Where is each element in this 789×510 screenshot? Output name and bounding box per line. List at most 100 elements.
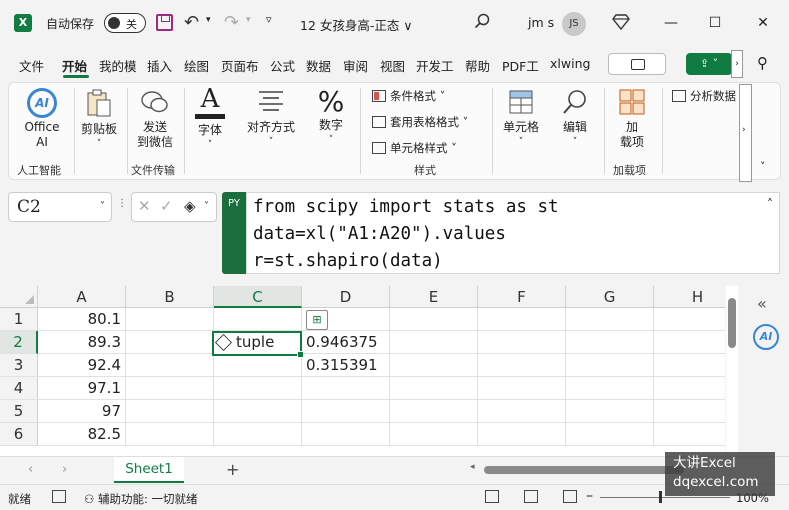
redo-icon[interactable]: ↷ — [224, 12, 239, 33]
row-header-4[interactable]: 4 — [0, 377, 38, 400]
tab-xlwings[interactable]: xlwing — [550, 56, 590, 71]
cell[interactable] — [390, 400, 478, 423]
chevron-up-icon[interactable]: ˄ — [767, 197, 773, 211]
analyze-data-button[interactable]: 分析数据 — [672, 88, 736, 104]
zoom-slider[interactable] — [600, 497, 730, 498]
cell[interactable] — [478, 377, 566, 400]
cell[interactable] — [478, 331, 566, 354]
cell[interactable] — [654, 423, 725, 446]
cell[interactable] — [214, 354, 302, 377]
column-header-g[interactable]: G — [566, 286, 654, 308]
cell[interactable] — [126, 423, 214, 446]
tab-draw[interactable]: 绘图 — [184, 56, 209, 75]
vertical-scroll-thumb[interactable] — [728, 298, 736, 348]
page-break-view-icon[interactable] — [563, 490, 577, 503]
conditional-format-button[interactable]: 条件格式 ˅ — [372, 88, 445, 104]
tab-formulas[interactable]: 公式 — [270, 56, 295, 75]
cell-a6[interactable]: 82.5 — [38, 423, 126, 446]
zoom-out-icon[interactable]: – — [586, 488, 593, 504]
comments-button[interactable] — [608, 53, 666, 75]
editing-button[interactable]: 编辑 ˅ — [552, 88, 598, 150]
cell[interactable] — [390, 354, 478, 377]
tab-home[interactable]: 开始 — [62, 56, 87, 75]
cell[interactable] — [566, 331, 654, 354]
cell[interactable] — [478, 423, 566, 446]
confirm-icon[interactable]: ✓ — [160, 197, 173, 215]
cell-a1[interactable]: 80.1 — [38, 308, 126, 331]
cell[interactable] — [126, 400, 214, 423]
coauthoring-icon[interactable]: ⚲ — [757, 54, 768, 72]
column-header-d[interactable]: D — [302, 286, 390, 308]
column-header-a[interactable]: A — [38, 286, 126, 308]
cell[interactable] — [390, 308, 478, 331]
save-icon[interactable] — [156, 14, 173, 31]
tab-page-layout[interactable]: 页面布 — [221, 56, 259, 75]
macro-record-icon[interactable] — [52, 490, 66, 503]
autosave-toggle[interactable]: 关 — [104, 13, 146, 33]
undo-dropdown-icon[interactable]: ▾ — [206, 15, 211, 25]
page-layout-view-icon[interactable] — [524, 490, 538, 503]
cell-type-icon[interactable]: ◈ — [184, 197, 196, 215]
cell[interactable] — [302, 400, 390, 423]
format-as-table-button[interactable]: 套用表格格式 ˅ — [372, 114, 468, 130]
cell-c2[interactable]: tuple — [215, 333, 274, 351]
add-ins-button[interactable]: 加 载项 — [610, 88, 654, 150]
scroll-left-icon[interactable]: ◂ — [470, 462, 475, 472]
cell[interactable] — [566, 308, 654, 331]
chevron-down-icon[interactable]: ˅ — [100, 201, 105, 212]
cell[interactable] — [126, 331, 214, 354]
cell[interactable] — [126, 377, 214, 400]
collapse-panel-icon[interactable]: « — [757, 294, 767, 313]
chevron-down-icon[interactable]: ˅ — [204, 201, 209, 212]
office-ai-button[interactable]: AI Office AI — [18, 88, 66, 150]
cell[interactable] — [654, 331, 725, 354]
column-header-b[interactable]: B — [126, 286, 214, 308]
cell[interactable] — [478, 354, 566, 377]
tab-my-templates[interactable]: 我的模 — [99, 56, 137, 75]
diamond-icon[interactable] — [612, 14, 630, 30]
ribbon-scroll-button[interactable]: › — [739, 84, 752, 182]
cell[interactable] — [654, 354, 725, 377]
zoom-slider-knob[interactable] — [659, 491, 662, 503]
undo-icon[interactable]: ↶ — [184, 12, 199, 33]
cells-button[interactable]: 单元格 ˅ — [498, 88, 544, 150]
cell[interactable] — [214, 423, 302, 446]
cell[interactable] — [390, 331, 478, 354]
more-icon[interactable]: ⋮ — [117, 198, 127, 209]
column-header-h[interactable]: H — [654, 286, 725, 308]
cell-d2[interactable]: 0.946375 — [302, 331, 390, 354]
add-sheet-button[interactable]: + — [226, 460, 239, 479]
select-all-button[interactable] — [0, 286, 38, 308]
cell[interactable] — [478, 308, 566, 331]
next-sheet-icon[interactable]: › — [62, 462, 67, 477]
tab-help[interactable]: 帮助 — [465, 56, 490, 75]
document-title[interactable]: 12 女孩身高-正态 ∨ — [300, 15, 413, 34]
insert-data-icon[interactable]: ⊞ — [306, 310, 328, 330]
cell[interactable] — [126, 308, 214, 331]
tab-developer[interactable]: 开发工 — [416, 56, 454, 75]
tab-review[interactable]: 审阅 — [343, 56, 368, 75]
row-header-3[interactable]: 3 — [0, 354, 38, 377]
user-name[interactable]: jm s — [528, 15, 554, 30]
column-header-c[interactable]: C — [214, 286, 302, 308]
normal-view-icon[interactable] — [485, 490, 499, 503]
avatar[interactable]: JS — [562, 12, 586, 36]
cell[interactable] — [566, 423, 654, 446]
cell[interactable] — [390, 377, 478, 400]
alignment-button[interactable]: 对齐方式 ˅ — [240, 88, 302, 150]
tabs-scroll-right-button[interactable]: › — [731, 50, 743, 78]
ribbon-collapse-icon[interactable]: ˅ — [760, 160, 766, 173]
formula-editor[interactable]: from scipy import stats as st data=xl("A… — [246, 192, 780, 274]
cell-a4[interactable]: 97.1 — [38, 377, 126, 400]
clipboard-button[interactable]: 剪贴板 ˅ — [76, 88, 122, 152]
cell[interactable] — [214, 400, 302, 423]
vertical-scrollbar[interactable] — [726, 286, 738, 454]
cell[interactable] — [566, 400, 654, 423]
column-header-e[interactable]: E — [390, 286, 478, 308]
cell[interactable] — [302, 377, 390, 400]
number-format-button[interactable]: % 数字 ˅ — [308, 86, 354, 148]
cell[interactable] — [654, 400, 725, 423]
cell[interactable] — [654, 308, 725, 331]
cell[interactable] — [214, 377, 302, 400]
customize-qat-icon[interactable]: ▿ — [266, 13, 272, 26]
